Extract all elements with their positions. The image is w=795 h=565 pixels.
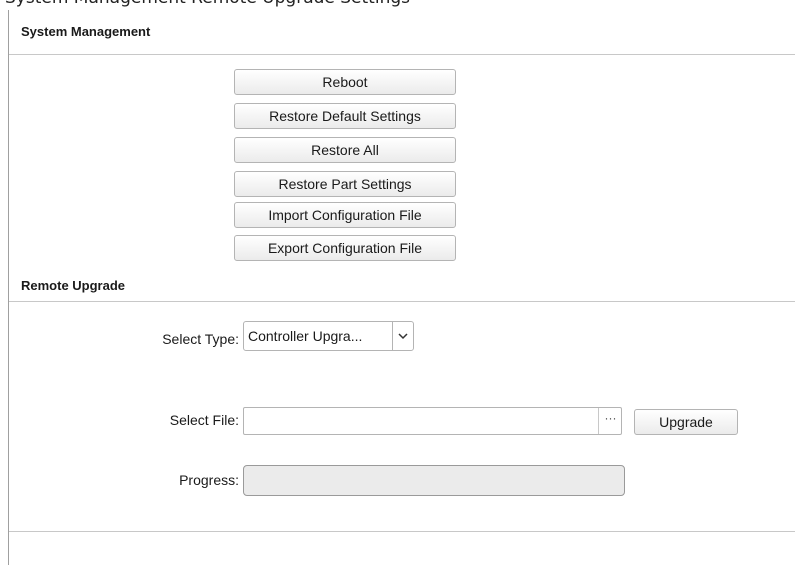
select-type-label: Select Type: [162,331,239,347]
export-configuration-file-button[interactable]: Export Configuration File [234,235,456,261]
upgrade-button[interactable]: Upgrade [634,409,738,435]
browse-file-button[interactable]: ··· [598,408,622,434]
restore-all-button[interactable]: Restore All [234,137,456,163]
system-management-title: System Management [21,24,151,39]
select-type-value: Controller Upgra... [248,328,363,344]
reboot-button[interactable]: Reboot [234,69,456,95]
section-divider [9,301,795,302]
bottom-divider [9,531,795,532]
settings-panel: System Management Reboot Restore Default… [8,10,795,565]
import-configuration-file-button[interactable]: Import Configuration File [234,202,456,228]
select-type-dropdown[interactable]: Controller Upgra... [243,321,414,351]
restore-part-settings-button[interactable]: Restore Part Settings [234,171,456,197]
select-file-label: Select File: [169,412,239,428]
top-strip-text: System Management Remote Upgrade Setting… [5,0,410,8]
select-file-input[interactable] [243,407,622,435]
restore-default-settings-button[interactable]: Restore Default Settings [234,103,456,129]
remote-upgrade-title: Remote Upgrade [21,278,126,293]
upgrade-progress-bar [243,465,625,496]
section-divider [9,54,795,55]
top-strip-cut-text: System Management Remote Upgrade Setting… [0,0,795,10]
chevron-down-icon[interactable] [392,322,413,350]
progress-label: Progress: [179,472,239,488]
ellipsis-icon: ··· [604,411,617,425]
